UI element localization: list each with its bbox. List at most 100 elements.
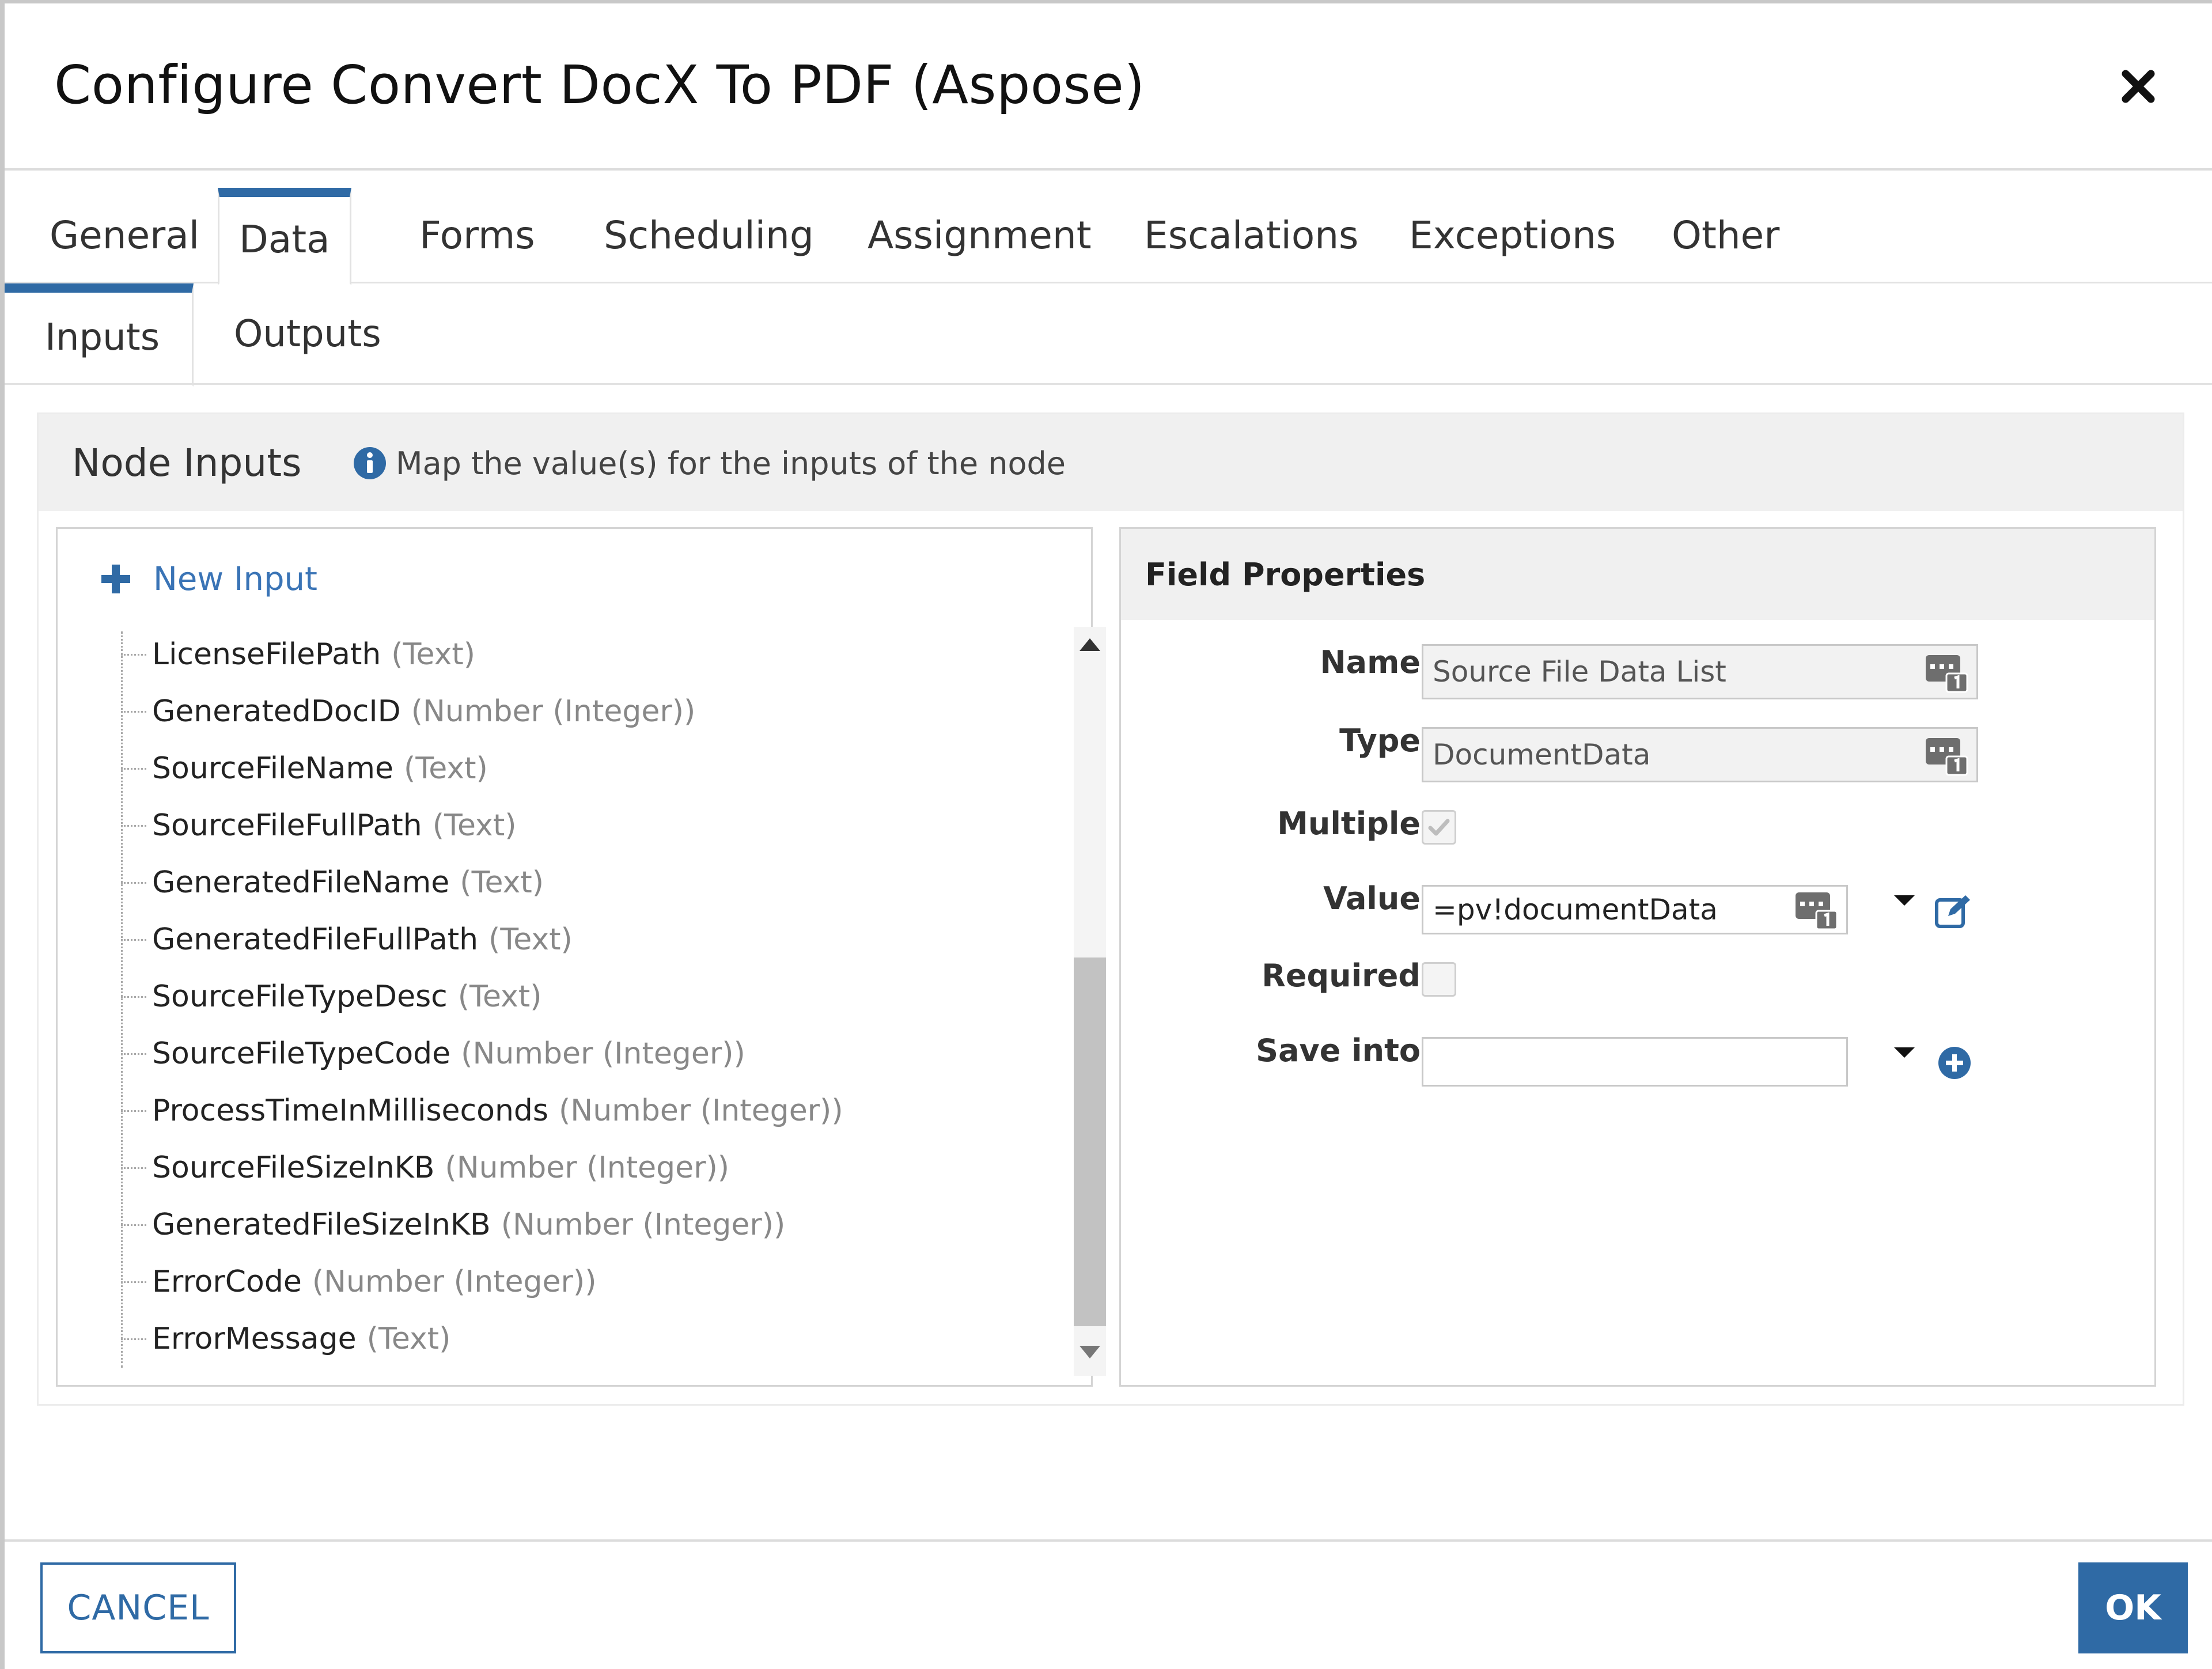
- inputs-tree: LicenseFilePath (Text) GeneratedDocID (N…: [121, 631, 1020, 1369]
- input-name: ProcessTimeInMilliseconds: [152, 1093, 549, 1128]
- input-type: (Text): [391, 637, 476, 672]
- subtab-inputs[interactable]: Inputs: [5, 283, 194, 387]
- tree-dots: [121, 767, 146, 770]
- add-circle-icon[interactable]: [1938, 1046, 1971, 1080]
- input-item-process-time[interactable]: ProcessTimeInMilliseconds (Number (Integ…: [121, 1088, 1008, 1134]
- input-item-generated-file-size[interactable]: GeneratedFileSizeInKB (Number (Integer)): [121, 1202, 1008, 1248]
- input-item-license-file-path[interactable]: LicenseFilePath (Text): [121, 631, 1008, 678]
- tree-dots: [121, 1338, 146, 1340]
- name-field[interactable]: Source File Data List: [1422, 644, 1978, 699]
- input-name: ErrorMessage: [152, 1322, 357, 1356]
- inputs-scrollbar[interactable]: [1074, 627, 1106, 1376]
- configure-node-dialog: Configure Convert DocX To PDF (Aspose) G…: [0, 0, 2212, 1669]
- new-input-button[interactable]: New Input: [99, 559, 317, 599]
- input-type: (Text): [457, 979, 542, 1014]
- panel-header: Node Inputs Map the value(s) for the inp…: [39, 414, 2183, 511]
- input-type: (Number (Integer)): [411, 694, 696, 729]
- subtab-outputs[interactable]: Outputs: [194, 283, 422, 385]
- multiple-label: Multiple: [1277, 805, 1421, 842]
- tab-other[interactable]: Other: [1652, 188, 1799, 283]
- type-field[interactable]: DocumentData: [1422, 727, 1978, 782]
- edit-expression-icon[interactable]: [1934, 893, 1974, 930]
- tab-assignment[interactable]: Assignment: [848, 188, 1111, 283]
- panel-description: Map the value(s) for the inputs of the n…: [396, 445, 1066, 482]
- input-name: ErrorCode: [152, 1265, 302, 1299]
- scroll-up-arrow-icon[interactable]: [1080, 638, 1100, 651]
- input-name: SourceFileSizeInKB: [152, 1150, 435, 1185]
- tab-exceptions[interactable]: Exceptions: [1389, 188, 1635, 283]
- input-type: (Text): [460, 865, 544, 900]
- ok-button[interactable]: OK: [2078, 1562, 2188, 1653]
- input-type: (Text): [432, 808, 517, 843]
- field-properties-title: Field Properties: [1145, 557, 1426, 593]
- cancel-button[interactable]: CANCEL: [40, 1562, 236, 1653]
- value-field[interactable]: =pv!documentData: [1422, 885, 1848, 934]
- dialog-title: Configure Convert DocX To PDF (Aspose): [54, 54, 1145, 116]
- save-into-dropdown-caret-icon[interactable]: [1894, 1047, 1915, 1058]
- input-item-generated-file-name[interactable]: GeneratedFileName (Text): [121, 860, 1008, 906]
- input-name: SourceFileTypeCode: [152, 1036, 451, 1071]
- close-icon[interactable]: [2118, 66, 2159, 107]
- tree-dots: [121, 653, 146, 656]
- field-properties-header: Field Properties: [1121, 529, 2154, 620]
- tab-escalations[interactable]: Escalations: [1124, 188, 1378, 283]
- input-name: SourceFileFullPath: [152, 808, 422, 843]
- multiple-checkbox[interactable]: [1422, 810, 1456, 845]
- context-menu-icon[interactable]: [1925, 735, 1968, 776]
- dialog-header: Configure Convert DocX To PDF (Aspose): [5, 3, 2212, 171]
- input-item-error-message[interactable]: ErrorMessage (Text): [121, 1316, 1008, 1362]
- value-expression: =pv!documentData: [1433, 893, 1718, 926]
- input-name: GeneratedFileFullPath: [152, 922, 479, 957]
- panel-title: Node Inputs: [72, 441, 302, 485]
- type-label: Type: [1339, 722, 1421, 759]
- input-name: LicenseFilePath: [152, 637, 381, 672]
- input-item-generated-file-full-path[interactable]: GeneratedFileFullPath (Text): [121, 917, 1008, 963]
- input-type: (Text): [366, 1322, 451, 1356]
- name-label: Name: [1320, 644, 1421, 680]
- save-into-field[interactable]: [1422, 1037, 1848, 1087]
- inputs-list: New Input LicenseFilePath (Text) Generat…: [56, 527, 1106, 1387]
- input-type: (Text): [404, 751, 488, 786]
- checkmark-icon: [1428, 819, 1450, 836]
- main-tab-bar: General Data Forms Scheduling Assignment…: [5, 188, 2212, 285]
- input-type: (Number (Integer)): [312, 1265, 597, 1299]
- tab-general[interactable]: General: [30, 188, 219, 283]
- tree-dots: [121, 996, 146, 998]
- tab-scheduling[interactable]: Scheduling: [584, 188, 834, 283]
- tree-dots: [121, 824, 146, 827]
- input-item-generated-doc-id[interactable]: GeneratedDocID (Number (Integer)): [121, 688, 1008, 735]
- required-label: Required: [1262, 958, 1421, 994]
- input-item-source-file-full-path[interactable]: SourceFileFullPath (Text): [121, 803, 1008, 849]
- node-inputs-panel: Node Inputs Map the value(s) for the inp…: [37, 412, 2184, 1406]
- save-into-label: Save into: [1256, 1032, 1421, 1069]
- input-type: (Number (Integer)): [461, 1036, 745, 1071]
- input-type: (Number (Integer)): [501, 1208, 786, 1242]
- value-dropdown-caret-icon[interactable]: [1894, 895, 1915, 906]
- tree-dots: [121, 710, 146, 713]
- input-name: GeneratedDocID: [152, 694, 401, 729]
- input-name: GeneratedFileSizeInKB: [152, 1208, 491, 1242]
- input-item-source-file-size[interactable]: SourceFileSizeInKB (Number (Integer)): [121, 1145, 1008, 1191]
- input-type: (Number (Integer)): [445, 1150, 730, 1185]
- tree-dots: [121, 881, 146, 884]
- input-item-source-file-type-desc[interactable]: SourceFileTypeDesc (Text): [121, 974, 1008, 1020]
- value-label: Value: [1323, 880, 1421, 917]
- input-type: (Number (Integer)): [559, 1093, 843, 1128]
- required-checkbox[interactable]: [1422, 962, 1456, 997]
- dialog-footer: CANCEL OK: [5, 1539, 2212, 1669]
- input-name: SourceFileName: [152, 751, 394, 786]
- scroll-down-arrow-icon[interactable]: [1080, 1346, 1100, 1358]
- tree-dots: [121, 1281, 146, 1283]
- context-menu-icon[interactable]: [1925, 652, 1968, 693]
- input-item-error-code[interactable]: ErrorCode (Number (Integer)): [121, 1259, 1008, 1305]
- input-item-source-file-type-code[interactable]: SourceFileTypeCode (Number (Integer)): [121, 1031, 1008, 1077]
- plus-icon: [101, 565, 130, 593]
- field-properties-panel: Field Properties Name Source File Data L…: [1119, 527, 2156, 1387]
- tab-forms[interactable]: Forms: [400, 188, 555, 283]
- tab-data[interactable]: Data: [218, 188, 351, 285]
- context-menu-icon[interactable]: [1794, 889, 1838, 930]
- input-item-source-file-name[interactable]: SourceFileName (Text): [121, 745, 1008, 792]
- tree-dots: [121, 1053, 146, 1055]
- scrollbar-thumb[interactable]: [1074, 958, 1106, 1326]
- name-value: Source File Data List: [1433, 655, 1726, 688]
